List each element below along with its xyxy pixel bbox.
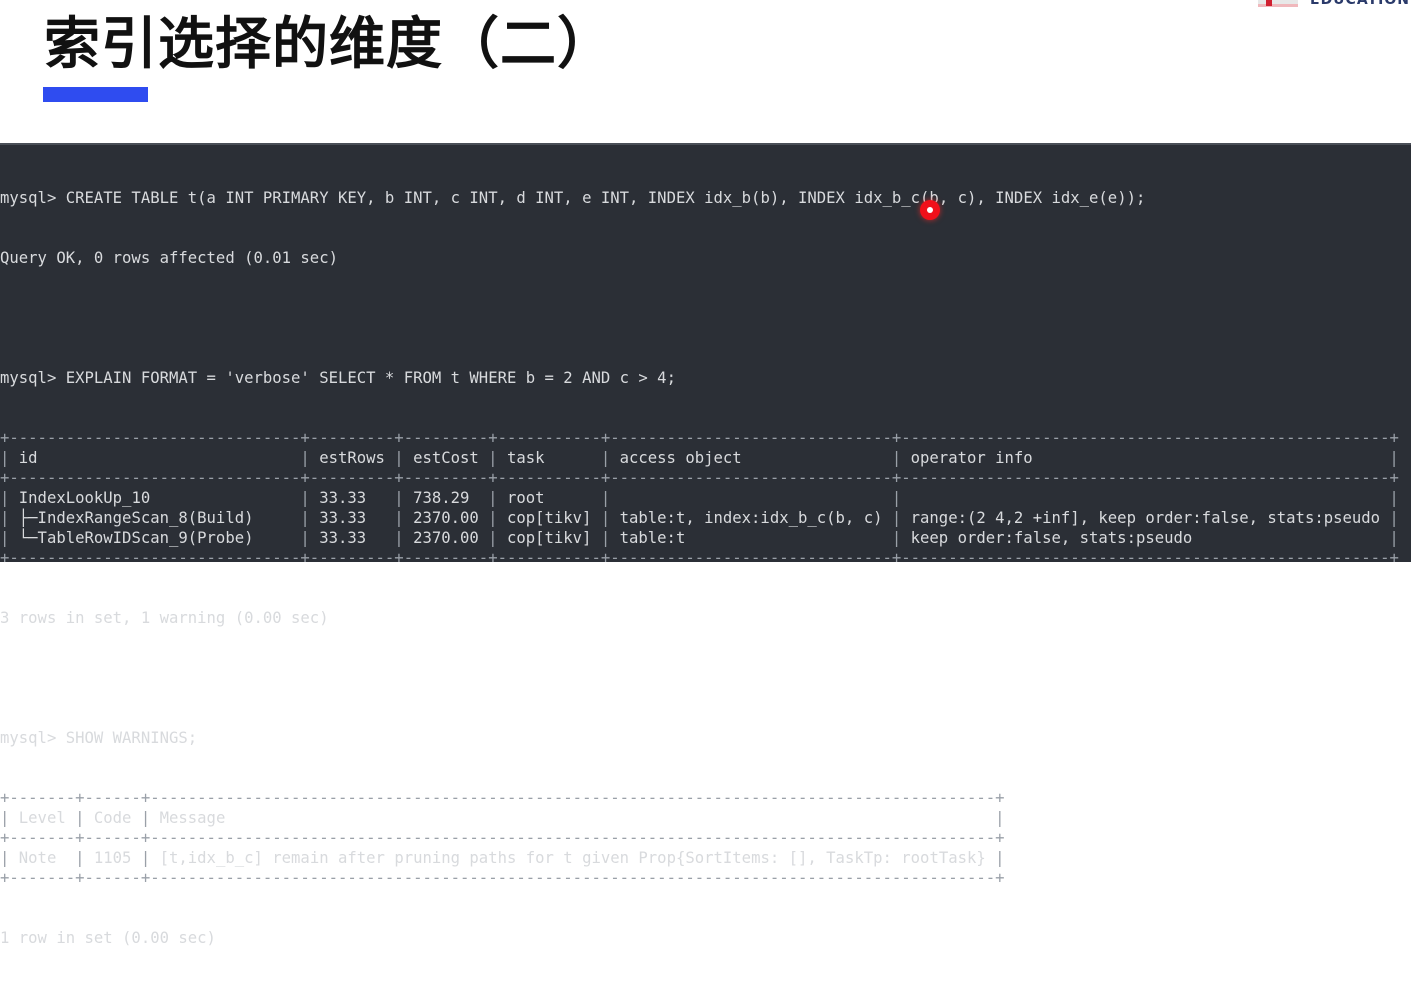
command-create-table: mysql> CREATE TABLE t(a INT PRIMARY KEY,… — [0, 189, 1146, 207]
column-header: Level — [18, 809, 66, 827]
table-cell: 2370.00 — [413, 529, 479, 547]
table-cell: range:(2 4,2 +inf], keep order:false, st… — [910, 509, 1381, 527]
table-border: +-------------------------------+-------… — [0, 429, 1399, 447]
column-header: estRows — [319, 449, 385, 467]
pointer-highlight-icon — [920, 200, 940, 220]
slide-title: 索引选择的维度（二） — [44, 12, 614, 77]
book-icon — [1258, 0, 1298, 7]
column-header: task — [506, 449, 545, 467]
table-cell: IndexLookUp_10 — [18, 489, 151, 507]
table-border: +-------+------+------------------------… — [0, 789, 1005, 807]
table-border: +-------------------------------+-------… — [0, 469, 1399, 487]
terminal-window[interactable]: mysql> CREATE TABLE t(a INT PRIMARY KEY,… — [0, 143, 1411, 947]
table-cell: └─TableRowIDScan_9(Probe) — [18, 529, 254, 547]
table-cell: root — [506, 489, 545, 507]
terminal-output: mysql> CREATE TABLE t(a INT PRIMARY KEY,… — [0, 148, 1399, 988]
table-cell: 33.33 — [319, 509, 367, 527]
column-header: Message — [159, 809, 226, 827]
table-cell: table:t, index:idx_b_c(b, c) — [619, 509, 883, 527]
table-cell: cop[tikv] — [506, 509, 592, 527]
column-header: id — [18, 449, 38, 467]
table-cell: table:t — [619, 529, 686, 547]
column-header: Code — [93, 809, 132, 827]
table-row: | ├─IndexRangeScan_8(Build) | 33.33 | 23… — [0, 509, 1399, 527]
title-underline — [43, 87, 148, 102]
table-cell: 33.33 — [319, 529, 367, 547]
table-cell: 33.33 — [319, 489, 367, 507]
table-cell: 1105 — [93, 849, 132, 867]
command-explain: mysql> EXPLAIN FORMAT = 'verbose' SELECT… — [0, 369, 676, 387]
column-header: estCost — [413, 449, 479, 467]
education-logo: EDUCATION — [1258, 0, 1411, 10]
output-warnings-summary: 1 row in set (0.00 sec) — [0, 929, 216, 947]
table-row: | Note | 1105 | [t,idx_b_c] remain after… — [0, 849, 1005, 867]
logo-text: EDUCATION — [1310, 0, 1410, 8]
table-cell: 2370.00 — [413, 509, 479, 527]
table-cell: cop[tikv] — [506, 529, 592, 547]
output-explain-summary: 3 rows in set, 1 warning (0.00 sec) — [0, 609, 329, 627]
table-border: +-------------------------------+-------… — [0, 549, 1399, 567]
table-cell: [t,idx_b_c] remain after pruning paths f… — [159, 849, 986, 867]
column-header: access object — [619, 449, 742, 467]
command-show-warnings: mysql> SHOW WARNINGS; — [0, 729, 198, 747]
table-cell: Note — [18, 849, 57, 867]
table-cell: ├─IndexRangeScan_8(Build) — [18, 509, 254, 527]
table-cell: keep order:false, stats:pseudo — [910, 529, 1193, 547]
explain-result-table: +-------------------------------+-------… — [0, 428, 1399, 568]
bookmark-icon — [1266, 0, 1272, 6]
column-header: operator info — [910, 449, 1033, 467]
table-border: +-------+------+------------------------… — [0, 829, 1005, 847]
table-border: +-------+------+------------------------… — [0, 869, 1005, 887]
table-header: | Level | Code | Message | — [0, 809, 1005, 827]
table-cell: 738.29 — [413, 489, 470, 507]
output-query-ok: Query OK, 0 rows affected (0.01 sec) — [0, 249, 338, 267]
table-row: | └─TableRowIDScan_9(Probe) | 33.33 | 23… — [0, 529, 1399, 547]
table-row: | IndexLookUp_10 | 33.33 | 738.29 | root… — [0, 489, 1399, 507]
table-header: | id | estRows | estCost | task | access… — [0, 449, 1399, 467]
warnings-result-table: +-------+------+------------------------… — [0, 788, 1399, 888]
